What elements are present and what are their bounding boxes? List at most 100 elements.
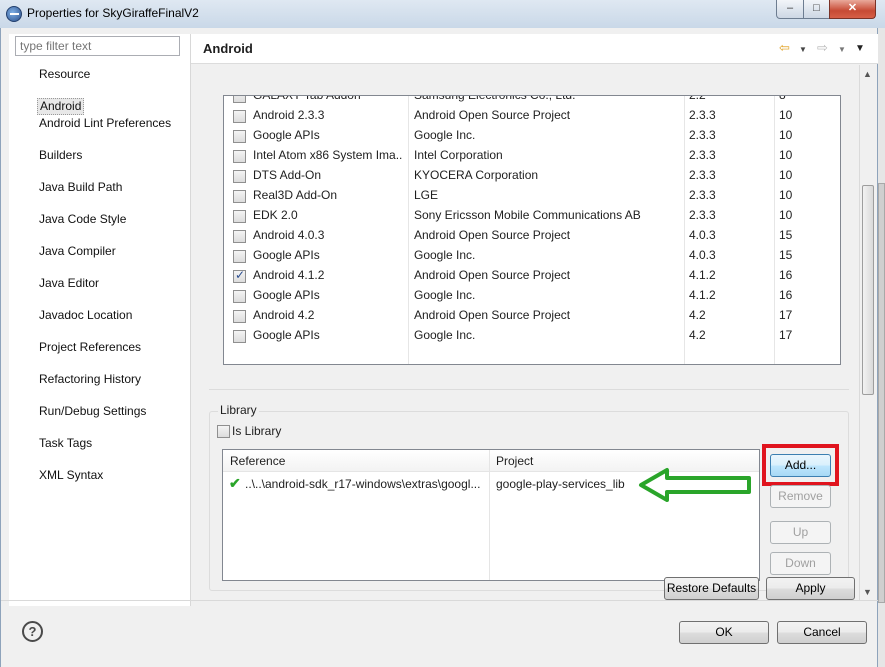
category-item-builders[interactable]: Builders <box>37 147 173 165</box>
category-item-java-build-path[interactable]: Java Build Path <box>37 179 173 197</box>
category-item-run-debug-settings[interactable]: Run/Debug Settings <box>37 403 173 421</box>
project-name: google-play-services_lib <box>496 477 625 491</box>
target-checkbox[interactable] <box>233 250 246 263</box>
reference-path: ..\..\android-sdk_r17-windows\extras\goo… <box>245 477 481 491</box>
target-checkbox[interactable] <box>233 330 246 343</box>
outer-scrollbar[interactable] <box>878 28 885 667</box>
table-row[interactable]: Google APIs Google Inc. 4.2 17 <box>224 326 840 346</box>
help-icon[interactable]: ? <box>22 621 43 642</box>
category-panel: Resource AndroidAndroid Lint Preferences B… <box>9 34 191 606</box>
table-row[interactable]: Android 4.0.3 Android Open Source Project… <box>224 226 840 246</box>
target-checkbox[interactable] <box>233 96 246 103</box>
table-row[interactable]: Android 4.2 Android Open Source Project 4.… <box>224 306 840 326</box>
minimize-button[interactable]: – <box>776 0 804 19</box>
add-library-button[interactable]: Add... <box>770 454 831 477</box>
scroll-thumb[interactable] <box>862 185 874 395</box>
target-platform: 2.2 <box>689 95 706 102</box>
outer-scroll-thumb[interactable] <box>878 183 885 603</box>
maximize-button[interactable]: □ <box>803 0 830 19</box>
category-item-javadoc-location[interactable]: Javadoc Location <box>37 307 173 325</box>
table-row[interactable]: DTS Add-On KYOCERA Corporation 2.3.3 10 <box>224 166 840 186</box>
target-checkbox[interactable] <box>233 268 246 283</box>
eclipse-icon <box>6 6 22 22</box>
category-item-android-lint-preferences[interactable]: Android Lint Preferences <box>37 115 173 133</box>
restore-defaults-button[interactable]: Restore Defaults <box>664 577 759 600</box>
properties-dialog: ResourceAndroidAndroid Lint PreferencesB… <box>0 28 879 667</box>
category-item-java-compiler[interactable]: Java Compiler <box>37 243 173 261</box>
target-name: GALAXY Tab Addon <box>253 95 361 102</box>
target-vendor: Android Open Source Project <box>414 268 571 282</box>
target-checkbox[interactable] <box>233 190 246 203</box>
back-history-dropdown-icon[interactable]: ▼ <box>799 45 807 54</box>
category-item-java-editor[interactable]: Java Editor <box>37 275 173 293</box>
target-checkbox[interactable] <box>233 310 246 323</box>
green-arrow-icon <box>639 468 751 502</box>
table-row[interactable]: Real3D Add-On LGE 2.3.3 10 <box>224 186 840 206</box>
page-title: Android <box>203 41 253 56</box>
table-row[interactable]: Google APIs Google Inc. 4.0.3 15 <box>224 246 840 266</box>
target-name: Google APIs <box>253 288 320 302</box>
target-checkbox[interactable] <box>233 170 246 183</box>
target-vendor: Android Open Source Project <box>414 228 571 242</box>
table-row[interactable]: GALAXY Tab Addon Samsung Electronics Co.,… <box>224 95 840 106</box>
target-api-level: 15 <box>779 228 793 242</box>
target-platform: 4.0.3 <box>689 248 716 262</box>
target-name: Android 2.3.3 <box>253 108 325 122</box>
target-vendor: Android Open Source Project <box>414 108 571 122</box>
table-row[interactable]: Android 2.3.3 Android Open Source Project… <box>224 106 840 126</box>
move-down-button[interactable]: Down <box>770 552 831 575</box>
checkmark-icon: ✔ <box>229 475 241 491</box>
category-item-xml-syntax[interactable]: XML Syntax <box>37 467 173 485</box>
target-checkbox[interactable] <box>233 150 246 163</box>
forward-history-dropdown-icon[interactable]: ▼ <box>838 45 846 54</box>
target-name: Intel Atom x86 System Ima... <box>253 148 403 162</box>
category-item-refactoring-history[interactable]: Refactoring History <box>37 371 173 389</box>
view-menu-icon[interactable]: ▼ <box>855 43 865 54</box>
is-library-checkbox[interactable] <box>217 425 230 438</box>
project-column-header[interactable]: Project <box>496 454 533 468</box>
target-api-level: 8 <box>779 95 786 102</box>
table-row[interactable]: Android 4.1.2 Android Open Source Project… <box>224 266 840 286</box>
target-platform: 2.3.3 <box>689 168 716 182</box>
table-row[interactable]: EDK 2.0 Sony Ericsson Mobile Communicatio… <box>224 206 840 226</box>
cancel-button[interactable]: Cancel <box>777 621 867 644</box>
apply-button[interactable]: Apply <box>766 577 855 600</box>
category-item-android[interactable]: Android <box>37 98 85 115</box>
remove-library-button[interactable]: Remove <box>770 485 831 508</box>
move-up-button[interactable]: Up <box>770 521 831 544</box>
filter-input[interactable] <box>15 36 180 56</box>
scroll-up-icon[interactable]: ▲ <box>863 69 872 79</box>
target-checkbox[interactable] <box>233 130 246 143</box>
target-name: DTS Add-On <box>253 168 322 182</box>
close-button[interactable]: ✕ <box>829 0 876 19</box>
table-row[interactable]: Intel Atom x86 System Ima... Intel Corpor… <box>224 146 840 166</box>
target-api-level: 10 <box>779 168 793 182</box>
scroll-down-icon[interactable]: ▼ <box>863 587 872 597</box>
forward-arrow-icon[interactable]: ⇨ <box>817 40 828 56</box>
target-api-level: 16 <box>779 268 793 282</box>
target-vendor: Android Open Source Project <box>414 308 571 322</box>
target-name: Google APIs <box>253 328 320 342</box>
ok-button[interactable]: OK <box>679 621 769 644</box>
back-arrow-icon[interactable]: ⇦ <box>779 40 790 56</box>
target-name: EDK 2.0 <box>253 208 298 222</box>
category-item-task-tags[interactable]: Task Tags <box>37 435 173 453</box>
target-checkbox[interactable] <box>233 110 246 123</box>
category-item-project-references[interactable]: Project References <box>37 339 173 357</box>
target-checkbox[interactable] <box>233 210 246 223</box>
target-vendor: Google Inc. <box>414 248 476 262</box>
target-name: Android 4.0.3 <box>253 228 325 242</box>
target-checkbox[interactable] <box>233 290 246 303</box>
category-item-resource[interactable]: Resource <box>37 66 173 84</box>
target-api-level: 10 <box>779 108 793 122</box>
target-platform: 2.3.3 <box>689 148 716 162</box>
target-name: Google APIs <box>253 128 320 142</box>
target-checkbox[interactable] <box>233 230 246 243</box>
target-platform: 2.3.3 <box>689 108 716 122</box>
content-scrollbar[interactable]: ▲ ▼ <box>859 65 876 601</box>
category-item-java-code-style[interactable]: Java Code Style <box>37 211 173 229</box>
target-vendor: Google Inc. <box>414 288 476 302</box>
table-row[interactable]: Google APIs Google Inc. 2.3.3 10 <box>224 126 840 146</box>
reference-column-header[interactable]: Reference <box>230 454 285 468</box>
table-row[interactable]: Google APIs Google Inc. 4.1.2 16 <box>224 286 840 306</box>
